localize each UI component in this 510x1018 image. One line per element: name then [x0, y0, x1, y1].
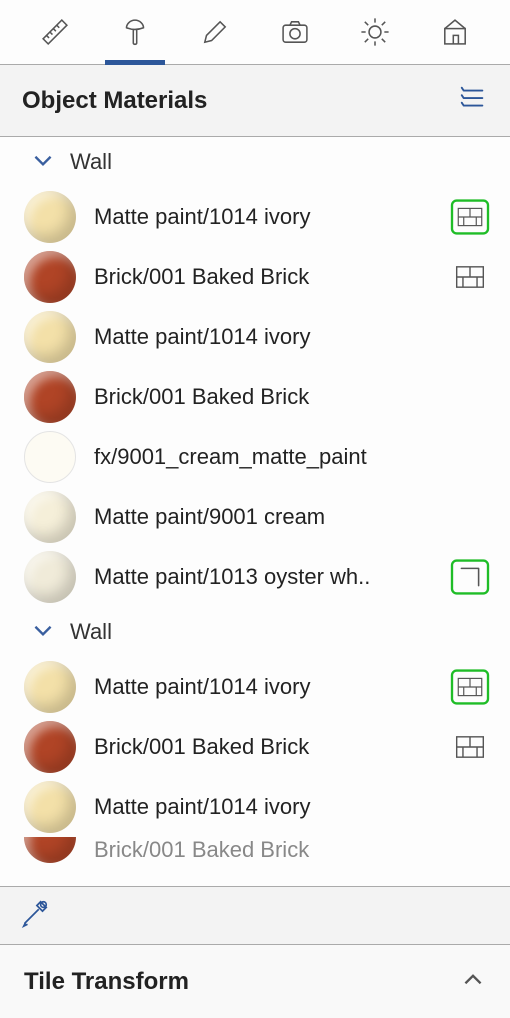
tool-camera-icon[interactable]	[265, 2, 325, 62]
material-swatch	[24, 371, 76, 423]
material-row[interactable]: Matte paint/1014 ivory	[0, 657, 510, 717]
brick-badge-icon[interactable]	[442, 249, 498, 305]
group-header[interactable]: Wall	[0, 137, 510, 187]
brick-badge-icon[interactable]	[442, 719, 498, 775]
top-toolbar	[0, 0, 510, 65]
material-row[interactable]: Matte paint/1014 ivory	[0, 777, 510, 837]
group-name: Wall	[70, 149, 112, 175]
material-row[interactable]: Brick/001 Baked Brick	[0, 717, 510, 777]
material-swatch	[24, 431, 76, 483]
material-swatch	[24, 837, 76, 863]
material-label: Matte paint/1014 ivory	[94, 204, 424, 230]
material-label: Brick/001 Baked Brick	[94, 734, 424, 760]
material-label: Matte paint/9001 cream	[94, 504, 498, 530]
material-swatch	[24, 191, 76, 243]
tile-transform-title: Tile Transform	[24, 968, 189, 996]
material-row[interactable]: Matte paint/9001 cream	[0, 487, 510, 547]
panel-header: Object Materials	[0, 65, 510, 137]
material-swatch	[24, 251, 76, 303]
material-label: fx/9001_cream_matte_paint	[94, 444, 498, 470]
tool-sun-icon[interactable]	[345, 2, 405, 62]
panel-title: Object Materials	[22, 87, 207, 115]
material-swatch	[24, 491, 76, 543]
chevron-down-icon	[30, 147, 56, 178]
material-swatch	[24, 551, 76, 603]
footer-picker	[0, 886, 510, 944]
material-row-partial[interactable]: Brick/001 Baked Brick	[0, 837, 510, 867]
group-name: Wall	[70, 619, 112, 645]
tool-scene-icon[interactable]	[425, 2, 485, 62]
corner-badge-icon[interactable]	[442, 549, 498, 605]
group-header[interactable]: Wall	[0, 607, 510, 657]
material-swatch	[24, 661, 76, 713]
tile-transform-header[interactable]: Tile Transform	[0, 944, 510, 1018]
brick-badge-icon[interactable]	[442, 659, 498, 715]
eyedropper-icon[interactable]	[20, 898, 50, 933]
material-swatch	[24, 721, 76, 773]
material-label: Matte paint/1014 ivory	[94, 324, 498, 350]
material-label: Matte paint/1014 ivory	[94, 794, 498, 820]
materials-list: Wall Matte paint/1014 ivory Brick/001 Ba…	[0, 137, 510, 886]
material-row[interactable]: Matte paint/1013 oyster wh..	[0, 547, 510, 607]
material-swatch	[24, 311, 76, 363]
chevron-down-icon	[30, 617, 56, 648]
material-label: Brick/001 Baked Brick	[94, 837, 498, 863]
material-row[interactable]: Brick/001 Baked Brick	[0, 247, 510, 307]
material-row[interactable]: Matte paint/1014 ivory	[0, 307, 510, 367]
material-label: Brick/001 Baked Brick	[94, 264, 424, 290]
chevron-up-icon	[460, 966, 486, 997]
tool-paint-icon[interactable]	[105, 5, 165, 65]
tool-edit-icon[interactable]	[185, 2, 245, 62]
tool-measure-icon[interactable]	[25, 2, 85, 62]
material-label: Brick/001 Baked Brick	[94, 384, 498, 410]
material-swatch	[24, 781, 76, 833]
panel-settings-icon[interactable]	[458, 83, 488, 118]
brick-badge-icon[interactable]	[442, 189, 498, 245]
material-label: Matte paint/1014 ivory	[94, 674, 424, 700]
material-row[interactable]: Brick/001 Baked Brick	[0, 367, 510, 427]
material-row[interactable]: fx/9001_cream_matte_paint	[0, 427, 510, 487]
material-label: Matte paint/1013 oyster wh..	[94, 564, 424, 590]
material-row[interactable]: Matte paint/1014 ivory	[0, 187, 510, 247]
